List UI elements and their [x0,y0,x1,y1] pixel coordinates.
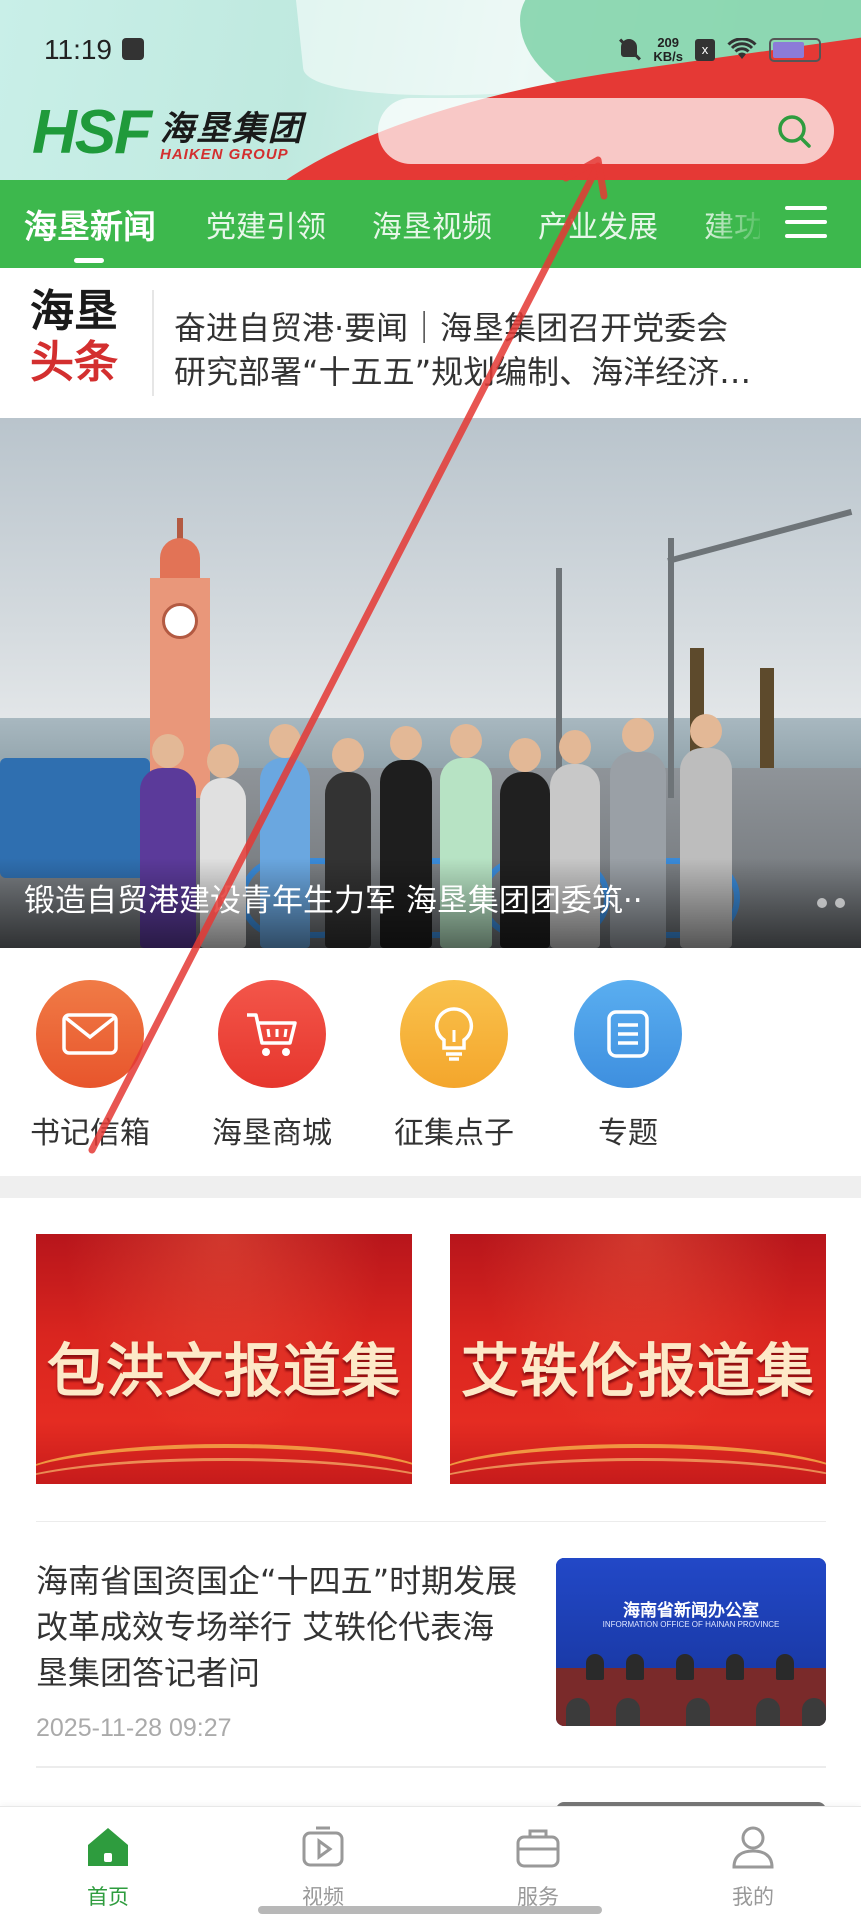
carousel-dot [835,898,845,908]
nav-home[interactable]: 首页 [48,1825,168,1911]
active-tab-indicator [74,258,104,263]
banner-caption: 锻造自贸港建设青年生力军 海垦集团团委筑·· [24,883,643,919]
report-card-ai-yilun[interactable]: 艾轶伦报道集 [450,1234,826,1484]
quick-action-label: 征集点子 [394,1116,514,1151]
tab-industry-development[interactable]: 产业发展 [538,202,658,246]
category-tab-bar: 海垦新闻 党建引领 海垦视频 产业发展 建功 [0,180,861,268]
sim-status-icon: x [695,39,715,61]
carousel-dot [817,898,827,908]
wifi-icon [727,38,757,59]
logo-text: 海垦集团 HAIKEN GROUP [160,101,304,163]
carousel-banner[interactable]: 锻造自贸港建设青年生力军 海垦集团团委筑·· [0,418,861,948]
video-icon [302,1826,344,1867]
message-notification-icon [122,38,144,60]
haiken-logo[interactable]: HSF 海垦集团 HAIKEN GROUP [32,98,304,167]
logo-name-cn: 海垦集团 [160,109,304,149]
status-bar: 11:19 209 KB/s x [0,0,861,100]
logo-mark: HSF [32,97,152,167]
tab-haiken-news[interactable]: 海垦新闻 [24,200,156,248]
divider [36,1766,826,1768]
home-icon [88,1828,128,1866]
status-icons: 209 KB/s x [617,32,821,68]
report-collections: 包洪文报道集 艾轶伦报道集 [0,1198,861,1523]
nav-video[interactable]: 视频 [263,1825,383,1911]
quick-action-label: 专题 [598,1116,658,1151]
menu-icon[interactable] [785,206,827,240]
tab-fade [700,180,770,268]
headline-ticker[interactable]: 海垦 头条 奋进自贸港·要闻｜海垦集团召开党委会 研究部署“十五五”规划编制、海… [0,268,861,418]
nav-profile[interactable]: 我的 [693,1825,813,1911]
nav-label: 我的 [732,1885,774,1909]
search-input[interactable] [378,98,834,164]
headline-badge: 海垦 头条 [30,288,130,390]
headline-badge-line2: 头条 [30,337,118,388]
tab-haiken-video[interactable]: 海垦视频 [372,202,492,246]
battery-icon [769,38,821,62]
quick-action-label: 书记信箱 [30,1116,150,1151]
thumbnail-caption-cn: 海南省新闻办公室 [623,1601,759,1621]
quick-action-secretary-mailbox[interactable]: 书记信箱 [10,980,170,1152]
quick-action-label: 海垦商城 [212,1116,332,1151]
profile-icon [732,1826,774,1869]
quick-action-collect-ideas[interactable]: 征集点子 [374,980,534,1152]
search-bar[interactable] [378,98,834,164]
quick-action-haiken-mall[interactable]: 海垦商城 [192,980,352,1152]
news-thumbnail: 海南省新闻办公室 INFORMATION OFFICE OF HAINAN PR… [556,1558,826,1726]
headline-line1: 奋进自贸港·要闻｜海垦集团召开党委会 [174,309,729,347]
report-card-title: 包洪文报道集 [46,1337,401,1405]
carousel-dots [817,898,845,908]
tab-party-building[interactable]: 党建引领 [206,202,326,246]
quick-action-special-topics[interactable]: 专题 [548,980,708,1152]
battery-level [773,42,804,58]
network-speed-value: 209 [657,35,680,50]
bottom-navigation: 首页 视频 服务 我的 [0,1806,861,1920]
mail-icon [36,980,144,1088]
divider [152,290,154,396]
document-icon [574,980,682,1088]
quick-actions: 书记信箱 海垦商城 征集点子 专题 [0,948,861,1176]
briefcase-icon [516,1829,560,1868]
thumbnail-caption-en: INFORMATION OFFICE OF HAINAN PROVINCE [602,1620,780,1629]
nav-label: 首页 [87,1885,129,1909]
nav-services[interactable]: 服务 [478,1825,598,1911]
search-icon[interactable] [776,113,812,149]
report-card-bao-hongwen[interactable]: 包洪文报道集 [36,1234,412,1484]
status-time: 11:19 [44,34,112,65]
network-speed-unit: KB/s [653,49,683,64]
section-divider [0,1176,861,1198]
headline-badge-line1: 海垦 [30,286,118,337]
headline-line2: 研究部署“十五五”规划编制、海洋经济… [174,353,752,391]
logo-name-en: HAIKEN GROUP [160,146,289,163]
tab-list: 海垦新闻 党建引领 海垦视频 产业发展 建功 [0,180,760,268]
cart-icon [218,980,326,1088]
news-title: 海南省国资国企“十四五”时期发展改革成效专场举行 艾轶伦代表海垦集团答记者问 [36,1562,518,1692]
lightbulb-icon [400,980,508,1088]
news-list-item[interactable]: 海南省国资国企“十四五”时期发展改革成效专场举行 艾轶伦代表海垦集团答记者问 2… [0,1522,861,1768]
report-card-title: 艾轶伦报道集 [460,1337,815,1405]
news-timestamp: 2025-11-28 09:27 [36,1714,232,1742]
headline-text[interactable]: 奋进自贸港·要闻｜海垦集团召开党委会 研究部署“十五五”规划编制、海洋经济… [174,306,834,394]
mute-icon [617,37,641,63]
network-speed: 209 KB/s [653,36,683,64]
home-indicator [258,1906,602,1914]
